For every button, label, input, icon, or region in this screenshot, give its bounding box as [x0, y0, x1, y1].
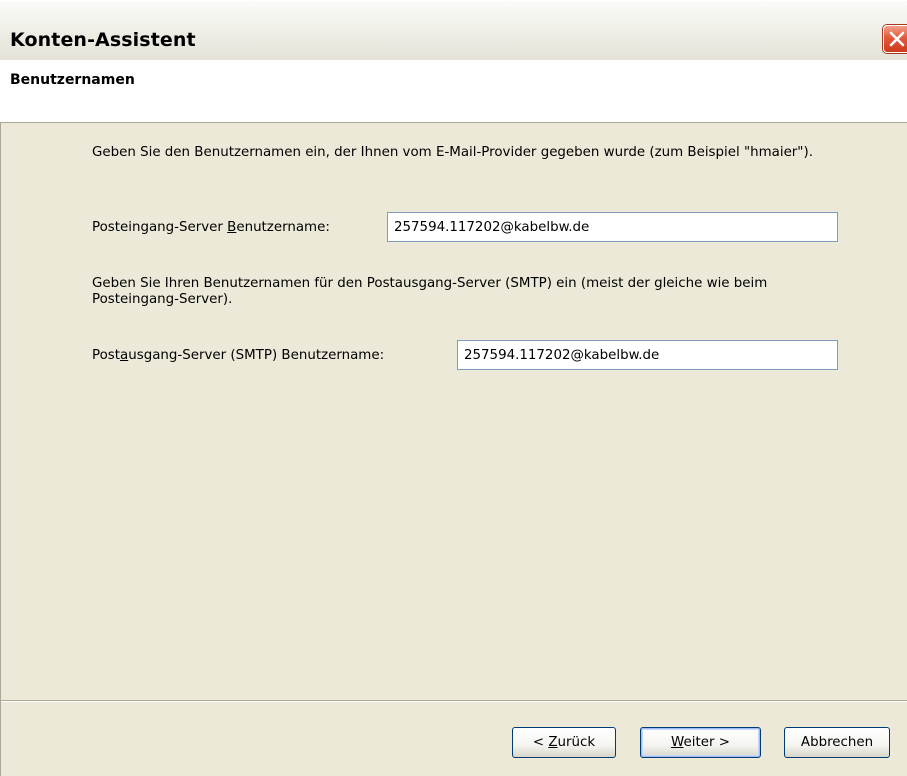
outgoing-label-suffix: usgang-Server (SMTP) Benutzername:	[128, 348, 385, 363]
wizard-header: Benutzernamen	[0, 60, 907, 123]
incoming-username-label: Posteingang-Server Benutzername:	[92, 220, 330, 235]
cancel-button[interactable]: Abbrechen	[784, 727, 890, 758]
next-button[interactable]: Weiter >	[640, 727, 761, 758]
title-bar[interactable]: Konten-Assistent	[0, 0, 907, 60]
incoming-username-input[interactable]	[387, 212, 838, 242]
back-label-suffix: urück	[557, 735, 596, 750]
incoming-label-suffix: enutzername:	[236, 220, 330, 235]
next-label-accelerator: W	[671, 735, 684, 750]
page-title: Benutzernamen	[10, 72, 135, 88]
outgoing-username-input[interactable]	[457, 340, 838, 370]
outgoing-username-label: Postausgang-Server (SMTP) Benutzername:	[92, 348, 384, 363]
close-button[interactable]	[883, 25, 907, 53]
wizard-content: Geben Sie den Benutzernamen ein, der Ihn…	[0, 123, 907, 776]
account-wizard-window: Konten-Assistent Benutzernamen Geben Sie…	[0, 0, 907, 776]
window-title: Konten-Assistent	[10, 29, 196, 51]
incoming-description: Geben Sie den Benutzernamen ein, der Ihn…	[92, 145, 813, 160]
next-label-suffix: eiter >	[683, 735, 730, 750]
back-label-prefix: <	[532, 735, 549, 750]
back-button[interactable]: < Zurück	[512, 727, 616, 758]
back-label-accelerator: Z	[548, 735, 558, 750]
incoming-label-prefix: Posteingang-Server	[92, 220, 228, 235]
close-icon	[889, 31, 905, 47]
button-separator	[1, 700, 907, 702]
outgoing-description: Geben Sie Ihren Benutzernamen für den Po…	[92, 276, 768, 307]
outgoing-label-prefix: Post	[92, 348, 121, 363]
incoming-label-accelerator: B	[227, 220, 237, 235]
